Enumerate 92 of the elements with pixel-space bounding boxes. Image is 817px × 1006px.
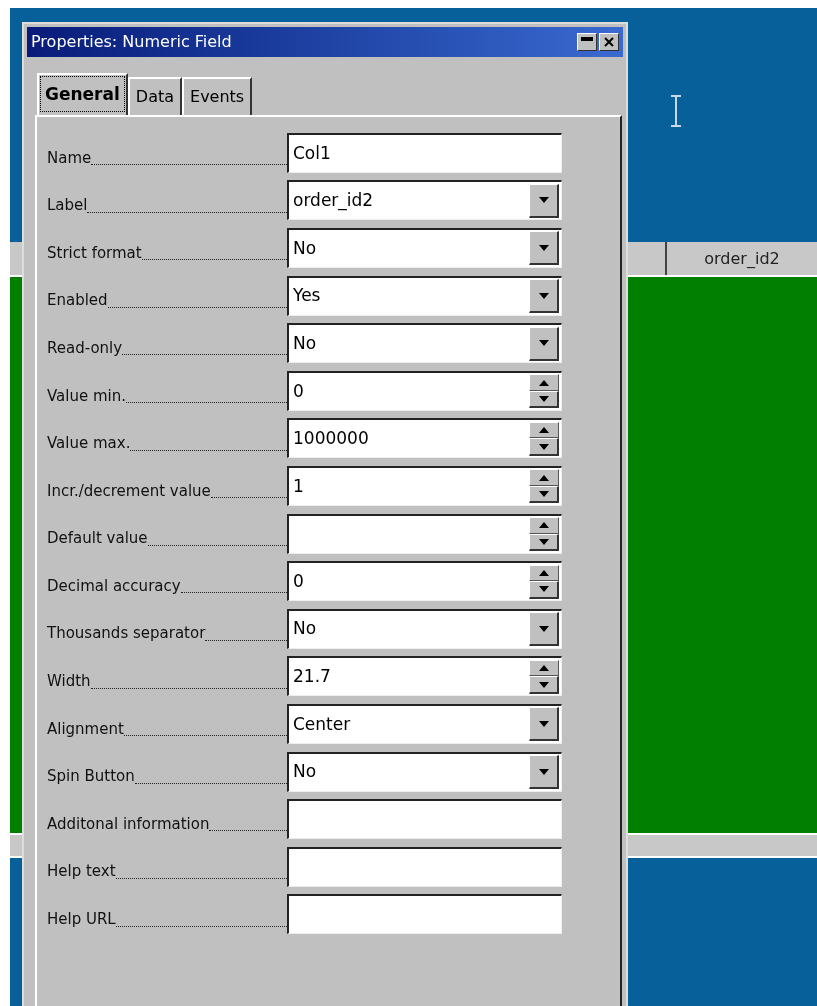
up-arrow-icon: [539, 379, 549, 386]
dropdown-button[interactable]: [529, 707, 559, 742]
field-value: 0: [292, 569, 305, 593]
dropdown-field[interactable]: No: [287, 751, 562, 792]
field-value: No: [292, 331, 318, 355]
field-label: Value max.: [47, 433, 131, 455]
field-label: Thousands separator: [47, 623, 206, 645]
input-field[interactable]: Col1: [287, 132, 562, 173]
field-value: 1: [292, 474, 305, 498]
field-label: Incr./decrement value: [47, 480, 211, 502]
dropdown-button[interactable]: [529, 755, 559, 789]
caret-icon: [538, 720, 549, 727]
caret-icon: [538, 197, 549, 204]
caret-icon: [538, 292, 549, 299]
field-value: 0: [292, 379, 305, 403]
field-label: Alignment: [47, 718, 124, 740]
dropdown-button[interactable]: [529, 612, 559, 647]
spin-field[interactable]: 1000000: [287, 418, 562, 459]
spin-down-button[interactable]: [529, 438, 559, 456]
up-arrow-icon: [539, 569, 549, 576]
caret-icon: [538, 340, 549, 347]
spin-up-button[interactable]: [529, 564, 559, 582]
bar-icon: [581, 37, 593, 41]
down-arrow-icon: [538, 586, 549, 593]
dropdown-button[interactable]: [529, 183, 559, 218]
field-label: Help text: [47, 861, 116, 883]
field-label: Label: [47, 195, 88, 217]
dropdown-button[interactable]: [529, 326, 559, 361]
field-value: order_id2: [292, 189, 375, 213]
field-label: Decimal accuracy: [47, 575, 181, 597]
dropdown-field[interactable]: order_id2: [287, 180, 562, 221]
field-label: Enabled: [47, 290, 108, 312]
tab[interactable]: General: [37, 73, 128, 115]
field-label: Width: [47, 671, 91, 693]
spin-field[interactable]: 21.7: [287, 656, 562, 697]
field-label: Name: [47, 147, 92, 169]
spin-down-button[interactable]: [529, 676, 559, 694]
field-label: Read-only: [47, 337, 123, 359]
spin-field[interactable]: 1: [287, 465, 562, 506]
input-field[interactable]: [287, 894, 562, 935]
dropdown-field[interactable]: No: [287, 228, 562, 268]
column-header[interactable]: order_id2: [665, 242, 817, 275]
spin-down-button[interactable]: [529, 581, 559, 599]
tab[interactable]: Events: [182, 77, 253, 115]
down-arrow-icon: [538, 396, 549, 402]
spin-up-button[interactable]: [529, 517, 559, 534]
dropdown-field[interactable]: Center: [287, 703, 562, 744]
down-arrow-icon: [538, 443, 549, 450]
window-title: Properties: Numeric Field: [31, 31, 232, 53]
down-arrow-icon: [538, 681, 549, 688]
field-value: 1000000: [292, 427, 370, 451]
spin-field[interactable]: 0: [287, 370, 562, 411]
dropdown-button[interactable]: [529, 279, 559, 314]
dropdown-field[interactable]: Yes: [287, 275, 562, 316]
up-arrow-icon: [539, 427, 549, 434]
spin-up-button[interactable]: [529, 421, 559, 439]
field-value: Center: [292, 712, 352, 736]
field-value: Col1: [292, 141, 332, 165]
caret-icon: [538, 625, 549, 632]
dropdown-field[interactable]: No: [287, 608, 562, 649]
field-value: No: [292, 617, 318, 641]
text-cursor-icon: [670, 95, 682, 127]
spin-up-button[interactable]: [529, 469, 559, 486]
spin-field[interactable]: 0: [287, 561, 562, 602]
field-value: No: [292, 760, 318, 784]
dropdown-field[interactable]: No: [287, 323, 562, 364]
tab[interactable]: Data: [127, 77, 182, 115]
caret-icon: [538, 768, 549, 775]
field-value: 21.7: [292, 665, 332, 689]
down-arrow-icon: [538, 538, 549, 545]
field-label: Additonal information: [47, 813, 210, 835]
up-arrow-icon: [539, 665, 549, 672]
up-arrow-icon: [539, 474, 549, 481]
field-value: No: [292, 236, 318, 260]
field-label: Help URL: [47, 909, 116, 931]
minimize-button[interactable]: [577, 33, 597, 51]
field-value: Yes: [292, 284, 322, 308]
caret-icon: [538, 245, 549, 251]
input-field[interactable]: [287, 799, 562, 840]
close-icon: [604, 37, 614, 47]
spin-field[interactable]: [287, 513, 562, 554]
spin-up-button[interactable]: [529, 374, 559, 391]
input-field[interactable]: [287, 846, 562, 887]
close-button[interactable]: [599, 33, 619, 51]
field-label: Value min.: [47, 385, 126, 407]
down-arrow-icon: [538, 491, 549, 498]
dropdown-button[interactable]: [529, 231, 559, 266]
up-arrow-icon: [539, 522, 549, 529]
field-label: Spin Button: [47, 766, 135, 788]
field-label: Strict format: [47, 242, 142, 264]
spin-up-button[interactable]: [529, 659, 559, 677]
field-label: Default value: [47, 528, 148, 550]
